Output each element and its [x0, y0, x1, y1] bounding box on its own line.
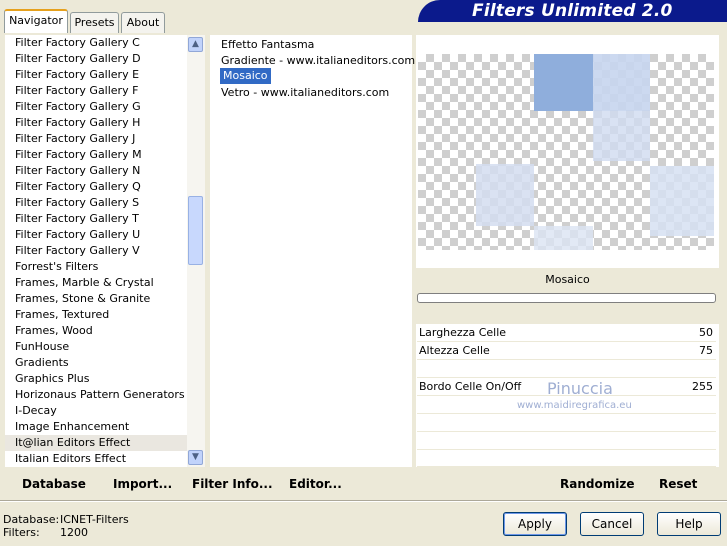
param-value[interactable]: 75 [699, 342, 713, 360]
filter-item[interactable]: Effetto Fantasma [221, 37, 314, 53]
category-item[interactable]: Filter Factory Gallery D [5, 51, 188, 67]
progress-bar [417, 293, 716, 303]
category-item[interactable]: Horizonaus Pattern Generators [5, 387, 188, 403]
watermark-site: www.maidiregrafica.eu [517, 400, 632, 411]
category-item[interactable]: Forrest's Filters [5, 259, 188, 275]
status-database: Database: ICNET-Filters [3, 513, 129, 526]
category-list[interactable]: Filter Factory Gallery C Filter Factory G… [5, 35, 188, 467]
watermark-name: Pinuccia [547, 379, 613, 398]
category-item[interactable]: Filter Factory Gallery Q [5, 179, 188, 195]
category-item[interactable]: Frames, Wood [5, 323, 188, 339]
category-item[interactable]: Filter Factory Gallery S [5, 195, 188, 211]
category-item[interactable]: I-Decay [5, 403, 188, 419]
category-item[interactable]: Frames, Stone & Granite [5, 291, 188, 307]
import-button[interactable]: Import... [113, 476, 172, 492]
param-label: Bordo Celle On/Off [419, 380, 522, 393]
category-scrollbar[interactable]: ▲ ▼ [187, 35, 205, 467]
preview-tile [534, 226, 593, 250]
category-item[interactable]: Filter Factory Gallery C [5, 35, 188, 51]
tab-about[interactable]: About [121, 12, 165, 33]
category-item[interactable]: FunHouse [5, 339, 188, 355]
apply-button[interactable]: Apply [503, 512, 567, 536]
param-row-altezza[interactable]: Altezza Celle 75 [417, 342, 716, 360]
database-button[interactable]: Database [22, 476, 86, 492]
preview-tile [476, 164, 534, 226]
category-item[interactable]: Filter Factory Gallery G [5, 99, 188, 115]
param-row-empty [417, 360, 716, 378]
scroll-thumb[interactable] [188, 196, 203, 265]
cancel-button[interactable]: Cancel [580, 512, 644, 536]
param-value[interactable]: 255 [692, 378, 713, 396]
category-item[interactable]: Graphics Plus [5, 371, 188, 387]
category-item[interactable]: Gradients [5, 355, 188, 371]
preview-image [418, 54, 714, 250]
status-filters-value: 1200 [60, 526, 88, 539]
tab-presets[interactable]: Presets [70, 12, 119, 33]
reset-button[interactable]: Reset [659, 476, 697, 492]
param-row-larghezza[interactable]: Larghezza Celle 50 [417, 324, 716, 342]
preview-tile [593, 111, 650, 161]
scroll-up-icon[interactable]: ▲ [188, 37, 203, 52]
param-row-empty [417, 414, 716, 432]
param-row-empty [417, 450, 716, 467]
scroll-down-icon[interactable]: ▼ [188, 450, 203, 465]
param-row-empty [417, 432, 716, 450]
category-item[interactable]: It@lian Editors Effect [5, 435, 188, 451]
category-item[interactable]: Filter Factory Gallery F [5, 83, 188, 99]
category-item[interactable]: Filter Factory Gallery T [5, 211, 188, 227]
category-item[interactable]: Filter Factory Gallery H [5, 115, 188, 131]
status-filters: Filters: 1200 [3, 526, 88, 539]
category-item[interactable]: Filter Factory Gallery N [5, 163, 188, 179]
param-label: Larghezza Celle [419, 326, 507, 339]
app-title: Filters Unlimited 2.0 [472, 1, 673, 21]
randomize-button[interactable]: Randomize [560, 476, 634, 492]
filter-info-button[interactable]: Filter Info... [192, 476, 273, 492]
status-filters-label: Filters: [3, 526, 40, 539]
status-database-value: ICNET-Filters [60, 513, 129, 526]
filter-item[interactable]: Vetro - www.italianeditors.com [221, 85, 389, 101]
param-label: Altezza Celle [419, 344, 490, 357]
category-item[interactable]: Filter Factory Gallery E [5, 67, 188, 83]
category-item[interactable]: Italian Editors Effect [5, 451, 188, 467]
preview-tile [593, 54, 650, 111]
preview-tile [534, 54, 593, 111]
help-button[interactable]: Help [657, 512, 721, 536]
category-item[interactable]: Frames, Marble & Crystal [5, 275, 188, 291]
filter-name-label: Mosaico [545, 273, 590, 286]
category-item[interactable]: Filter Factory Gallery V [5, 243, 188, 259]
tab-navigator[interactable]: Navigator [4, 9, 68, 33]
status-database-label: Database: [3, 513, 60, 526]
category-item[interactable]: Filter Factory Gallery U [5, 227, 188, 243]
category-item[interactable]: Filter Factory Gallery J [5, 131, 188, 147]
filter-item-selected[interactable]: Mosaico [220, 68, 271, 84]
param-value[interactable]: 50 [699, 324, 713, 342]
category-item[interactable]: Frames, Textured [5, 307, 188, 323]
separator [0, 500, 727, 502]
editor-button[interactable]: Editor... [289, 476, 342, 492]
filter-item[interactable]: Gradiente - www.italianeditors.com [221, 53, 415, 69]
filter-list[interactable]: Effetto Fantasma Gradiente - www.italian… [210, 35, 415, 467]
preview-tile [650, 166, 714, 236]
category-item[interactable]: Filter Factory Gallery M [5, 147, 188, 163]
category-item[interactable]: Image Enhancement [5, 419, 188, 435]
